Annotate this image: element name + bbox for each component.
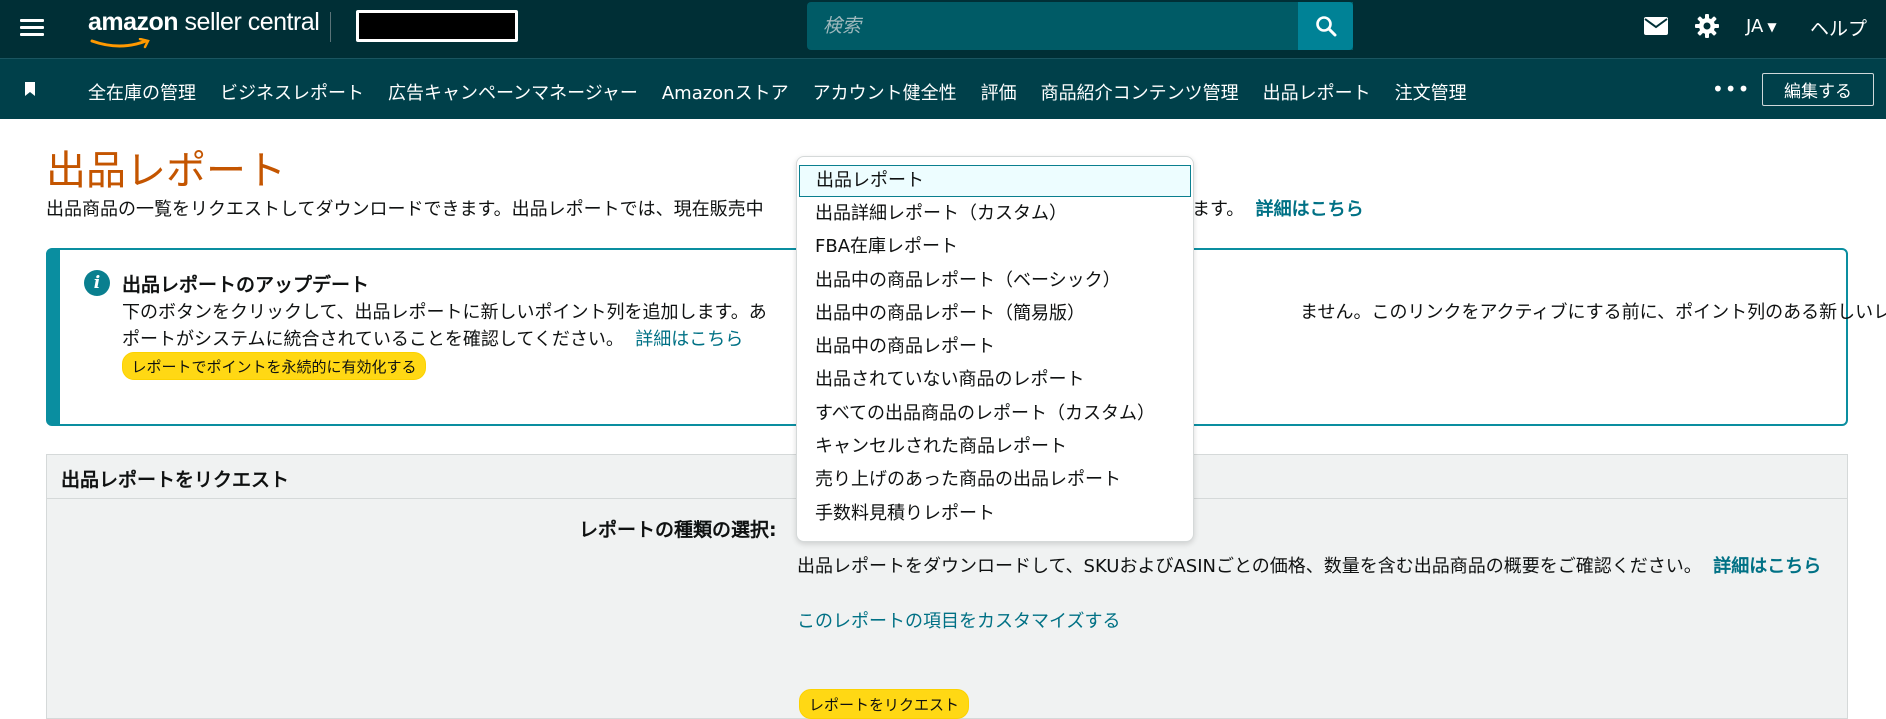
dropdown-option-active-lite-report[interactable]: 出品中の商品レポート（簡易版） [797,297,1193,330]
nav-bar: 全在庫の管理 ビジネスレポート 広告キャンペーンマネージャー Amazonストア… [0,58,1886,119]
edit-nav-button[interactable]: 編集する [1762,73,1874,106]
search-button[interactable] [1298,2,1353,50]
learn-more-link[interactable]: 詳細はこちら [1256,199,1364,220]
request-report-button[interactable]: レポートをリクエスト [799,689,969,719]
info-text-line1: 下のボタンをクリックして、出品レポートに新しいポイント列を追加します。あ [122,302,767,323]
mail-icon[interactable] [1643,16,1669,36]
nav-item-account-health[interactable]: アカウント健全性 [813,79,957,105]
report-description: 出品レポートをダウンロードして、SKUおよびASINごとの価格、数量を含む出品商… [797,553,1845,581]
panel-title: 出品レポートをリクエスト [61,469,290,491]
dropdown-option-inventory-report[interactable]: 出品レポート [799,165,1191,197]
info-learn-more-link[interactable]: 詳細はこちら [635,329,743,350]
logo-divider [330,12,331,42]
search-input[interactable] [807,2,1353,50]
account-switcher[interactable] [356,10,518,42]
report-type-label: レポートの種類の選択: [579,519,777,541]
nav-item-business-reports[interactable]: ビジネスレポート [220,79,364,105]
nav-item-feedback[interactable]: 評価 [981,79,1017,105]
more-options-icon[interactable]: ••• [1712,77,1750,101]
report-description-text: 出品レポートをダウンロードして、SKUおよびASINごとの価格、数量を含む出品商… [797,556,1702,577]
dropdown-option-inactive-listings-report[interactable]: 出品されていない商品のレポート [797,363,1193,396]
info-title: 出品レポートのアップデート [122,274,370,296]
info-text-line2-body: ポートがシステムに統合されていることを確認してください。 [122,329,624,350]
dropdown-option-cancelled-listings-report[interactable]: キャンセルされた商品レポート [797,430,1193,463]
info-icon: i [84,270,110,296]
dropdown-option-fba-inventory-report[interactable]: FBA在庫レポート [797,230,1193,263]
customize-report-link[interactable]: このレポートの項目をカスタマイズする [797,607,1120,633]
logo-product: seller central [178,8,320,36]
search-box [807,2,1353,50]
nav-item-a-plus-content[interactable]: 商品紹介コンテンツ管理 [1041,79,1239,105]
enable-points-button[interactable]: レポートでポイントを永続的に有効化する [122,352,426,380]
nav-item-campaign-manager[interactable]: 広告キャンペーンマネージャー [388,79,638,105]
dropdown-option-sold-listings-report[interactable]: 売り上げのあった商品の出品レポート [797,463,1193,496]
page-description-tail: ます。 [1192,199,1245,220]
help-link[interactable]: ヘルプ [1810,14,1867,41]
nav-item-inventory[interactable]: 全在庫の管理 [88,79,196,105]
page-description: 出品商品の一覧をリクエストしてダウンロードできます。出品レポートでは、現在販売中 [46,199,764,220]
language-selector[interactable]: JA ▼ [1746,16,1777,37]
nav-items: 全在庫の管理 ビジネスレポート 広告キャンペーンマネージャー Amazonストア… [88,79,1491,105]
info-text-line2: ポートがシステムに統合されていることを確認してください。 詳細はこちら [122,325,743,351]
bookmark-icon[interactable] [24,81,36,97]
seller-central-logo[interactable]: amazon seller central [88,8,320,50]
logo-smile-icon [90,38,150,49]
dropdown-option-all-listings-custom-report[interactable]: すべての出品商品のレポート（カスタム） [797,397,1193,430]
nav-item-amazon-stores[interactable]: Amazonストア [662,79,789,105]
top-bar: amazon seller central JA [0,0,1886,58]
search-icon [1315,16,1336,37]
caret-down-icon: ▼ [1767,20,1777,34]
report-learn-more-link[interactable]: 詳細はこちら [1713,556,1821,577]
nav-item-manage-orders[interactable]: 注文管理 [1395,79,1467,105]
menu-icon[interactable] [20,16,44,38]
report-type-dropdown[interactable]: 出品レポート 出品詳細レポート（カスタム） FBA在庫レポート 出品中の商品レポ… [796,156,1194,542]
info-text-line1-end: ません。このリンクをアクティブにする前に、ポイント列のある新しいレ [1300,302,1886,323]
nav-item-inventory-reports[interactable]: 出品レポート [1263,79,1371,105]
dropdown-option-fee-preview-report[interactable]: 手数料見積りレポート [797,497,1193,530]
dropdown-option-active-basic-report[interactable]: 出品中の商品レポート（ベーシック） [797,264,1193,297]
gear-icon[interactable] [1694,13,1720,39]
dropdown-option-active-listings-report[interactable]: 出品中の商品レポート [797,330,1193,363]
page-description-end: ます。 詳細はこちら [1192,195,1364,221]
page-title: 出品レポート [46,148,286,194]
language-label: JA [1746,16,1764,37]
logo-brand: amazon [88,8,179,36]
dropdown-option-custom-detail-report[interactable]: 出品詳細レポート（カスタム） [797,197,1193,230]
